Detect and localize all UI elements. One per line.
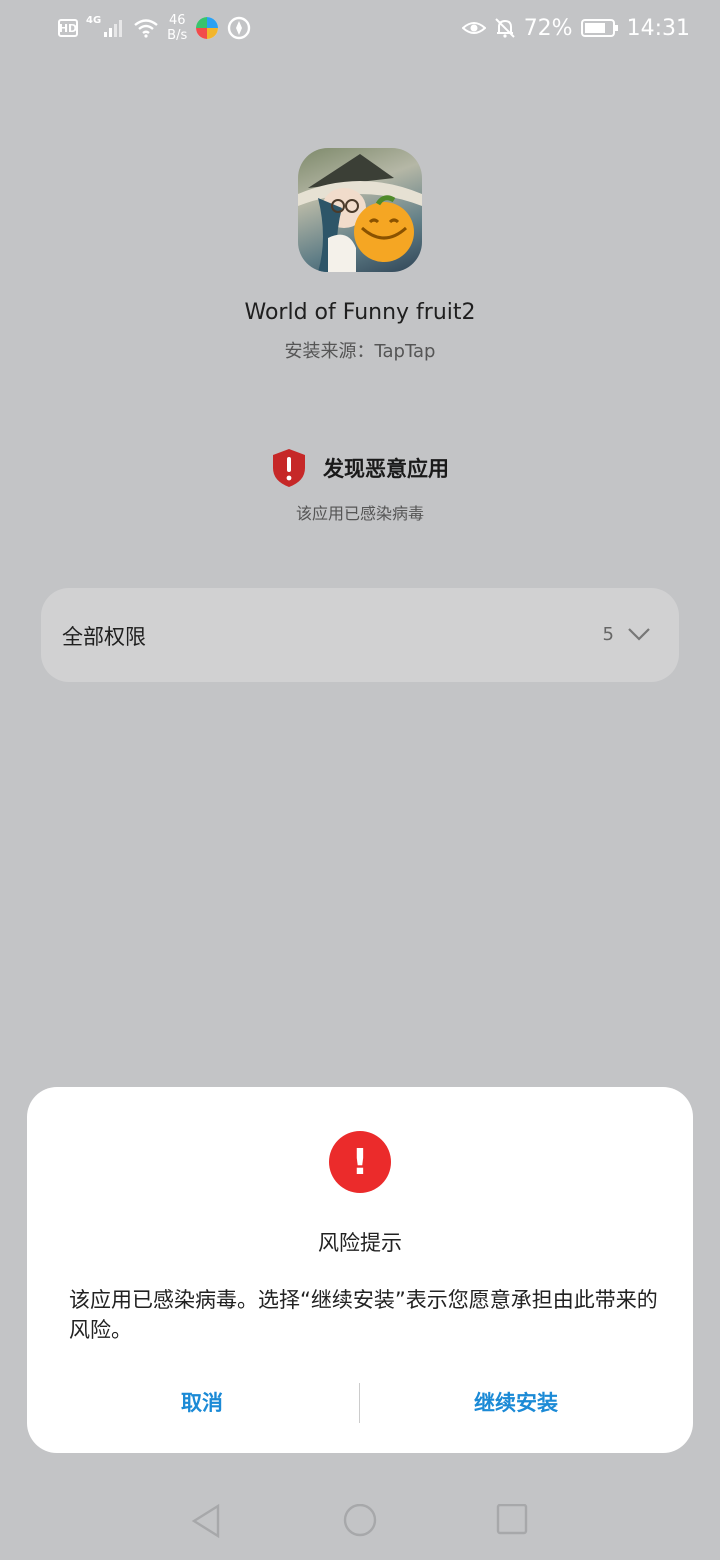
button-divider — [359, 1383, 360, 1423]
all-permissions-row[interactable]: 全部权限 5 — [41, 588, 679, 682]
permissions-label: 全部权限 — [62, 625, 146, 649]
app-icon — [298, 148, 422, 272]
eye-icon — [461, 22, 486, 34]
signal-icon — [104, 20, 123, 37]
risk-dialog: ! 风险提示 该应用已感染病毒。选择“继续安装”表示您愿意承担由此带来的风险。 … — [27, 1087, 693, 1453]
cancel-button[interactable]: 取消 — [77, 1387, 327, 1417]
shield-alert-icon — [273, 449, 305, 487]
status-left: HD 4G 46 B/s — [58, 10, 251, 46]
wifi-icon — [134, 19, 158, 38]
net-speed: 46 B/s — [167, 13, 187, 43]
back-icon[interactable] — [190, 1504, 222, 1538]
battery-icon — [580, 19, 618, 37]
install-source: 安装来源：TapTap — [284, 341, 436, 362]
dialog-title: 风险提示 — [318, 1231, 402, 1255]
navigation-bar — [0, 1490, 720, 1560]
warning-title: 发现恶意应用 — [323, 457, 449, 481]
battery-percent: 72% — [523, 15, 573, 41]
continue-install-button[interactable]: 继续安装 — [391, 1387, 641, 1417]
dialog-message: 该应用已感染病毒。选择“继续安装”表示您愿意承担由此带来的风险。 — [69, 1288, 658, 1342]
net-speed-unit: B/s — [167, 28, 188, 43]
warning-subtitle: 该应用已感染病毒 — [295, 504, 424, 523]
app-name: World of Funny fruit2 — [244, 300, 476, 325]
clock: 14:31 — [626, 15, 690, 41]
status-right: 72% 14:31 — [461, 10, 690, 46]
hd-icon: HD — [58, 19, 78, 37]
bell-off-icon — [494, 18, 515, 38]
recents-icon[interactable] — [496, 1504, 528, 1536]
home-icon[interactable] — [342, 1504, 378, 1540]
alert-icon: ! — [329, 1131, 391, 1193]
network-type: 4G — [86, 14, 102, 26]
permissions-count: 5 — [602, 624, 614, 645]
colorful-app-icon — [196, 17, 219, 39]
status-bar: HD 4G 46 B/s 72% 14:31 — [0, 0, 720, 56]
compass-app-icon — [228, 16, 251, 40]
app-artwork — [298, 154, 422, 272]
chevron-down-icon — [628, 628, 650, 641]
net-speed-value: 46 — [168, 13, 186, 28]
malware-warning: 发现恶意应用 — [0, 448, 720, 488]
